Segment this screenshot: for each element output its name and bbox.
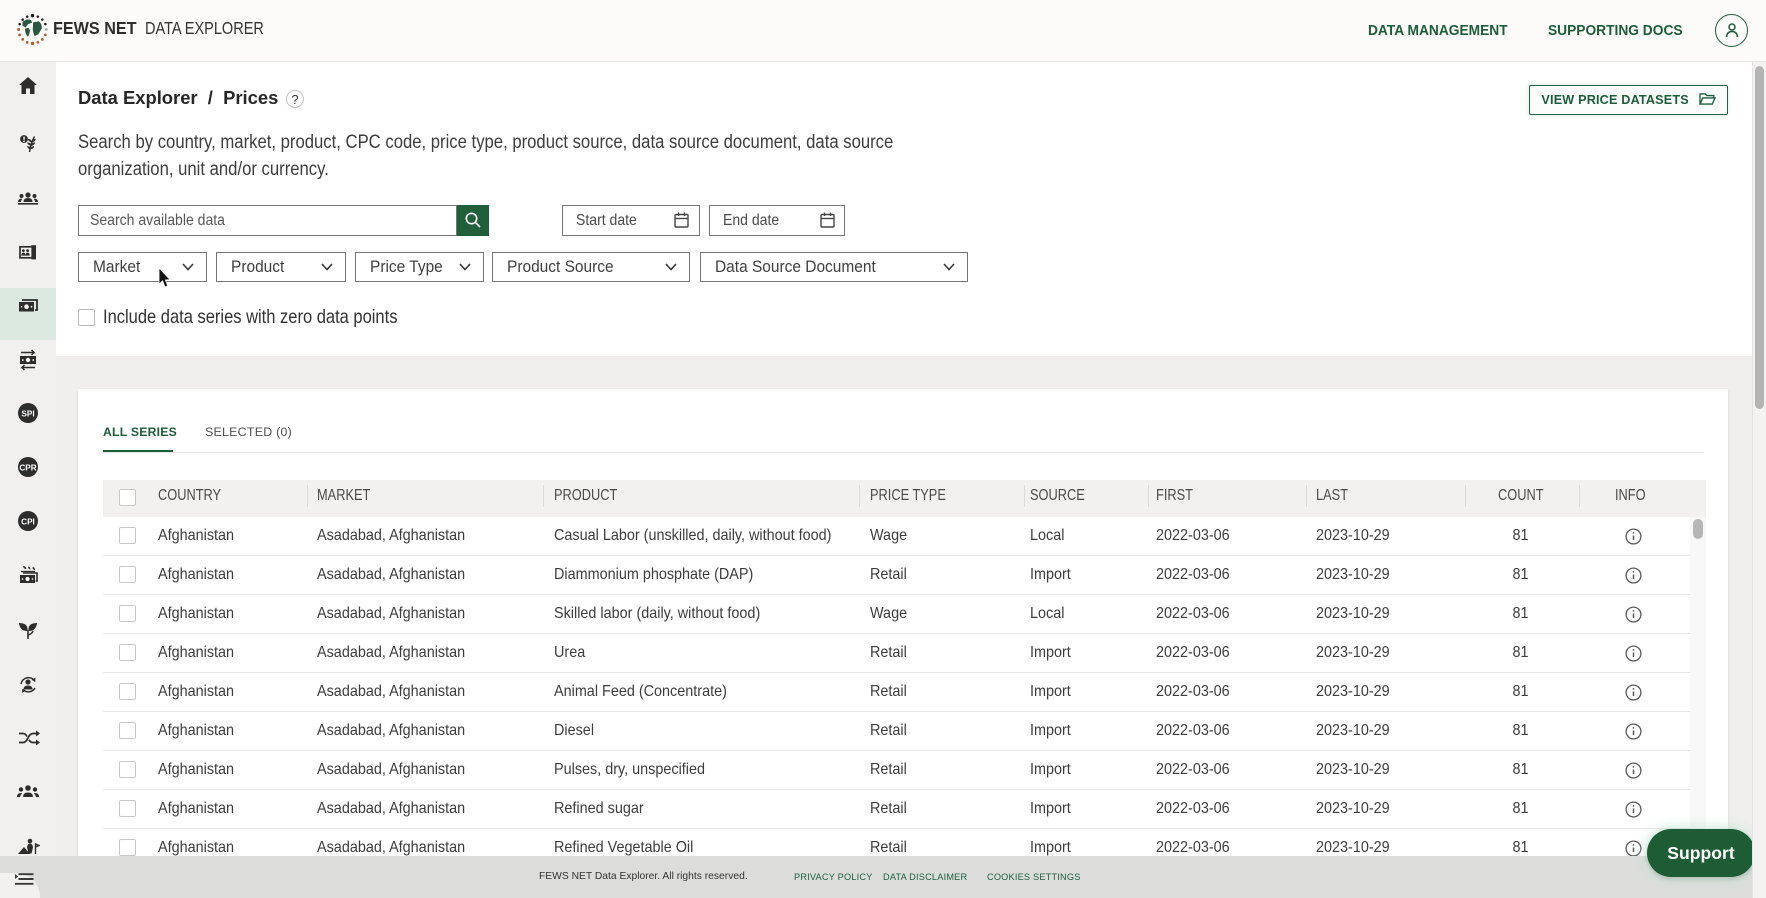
svg-text:SPI: SPI: [21, 409, 34, 418]
svg-text:CPI: CPI: [21, 517, 35, 526]
svg-text:CPR: CPR: [19, 463, 36, 472]
